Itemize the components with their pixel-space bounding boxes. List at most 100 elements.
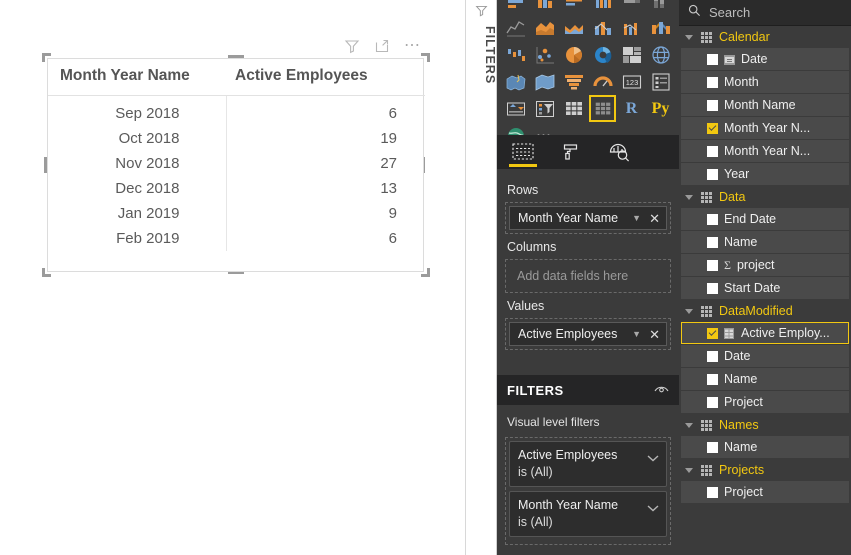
chevron-down-icon[interactable]: ▼ <box>632 329 641 339</box>
remove-field-icon[interactable]: ✕ <box>649 328 660 341</box>
field-chip-month-year-name[interactable]: Month Year Name ▼ ✕ <box>509 206 667 230</box>
eye-icon[interactable] <box>654 381 669 399</box>
column-header-active-employees[interactable]: Active Employees <box>226 59 425 96</box>
expand-collapse-icon[interactable] <box>685 194 693 200</box>
chevron-down-icon[interactable] <box>647 499 659 517</box>
scatter-chart-icon[interactable] <box>531 41 558 68</box>
field-checkbox[interactable] <box>707 236 718 248</box>
matrix-icon[interactable] <box>589 95 616 122</box>
field-row-date[interactable]: Date <box>681 48 849 70</box>
field-checkbox[interactable] <box>707 168 718 180</box>
filled-map-icon[interactable] <box>502 68 529 95</box>
field-checkbox[interactable] <box>707 441 718 453</box>
table-header-datamodified[interactable]: DataModified <box>679 300 851 322</box>
field-checkbox[interactable] <box>707 350 718 362</box>
filter-icon[interactable] <box>344 38 360 54</box>
analytics-tab[interactable] <box>607 137 631 167</box>
field-row-end-date[interactable]: End Date <box>681 208 849 230</box>
stacked-bar-chart-icon[interactable] <box>502 0 529 14</box>
remove-field-icon[interactable]: ✕ <box>649 212 660 225</box>
column-header-month-year-name[interactable]: Month Year Name <box>48 59 226 96</box>
map-icon[interactable] <box>647 41 674 68</box>
field-checkbox[interactable] <box>707 76 718 88</box>
100-stacked-bar-chart-icon[interactable] <box>618 0 645 14</box>
table-row[interactable]: Nov 2018 27 <box>48 151 425 176</box>
table-row[interactable]: Dec 2018 13 <box>48 176 425 201</box>
expand-collapse-icon[interactable] <box>685 422 693 428</box>
field-row-month[interactable]: Month <box>681 71 849 93</box>
more-options-icon[interactable]: ⋯ <box>404 38 422 54</box>
r-script-visual-icon[interactable]: R <box>618 95 645 122</box>
field-checkbox[interactable] <box>707 396 718 408</box>
fields-search-box[interactable]: Search <box>679 0 851 26</box>
field-row-project-projects[interactable]: Project <box>681 481 849 503</box>
field-checkbox[interactable] <box>707 122 718 134</box>
columns-well[interactable]: Add data fields here <box>505 259 671 293</box>
field-checkbox[interactable] <box>707 282 718 294</box>
field-row-name-datamodified[interactable]: Name <box>681 368 849 390</box>
field-row-name-names[interactable]: Name <box>681 436 849 458</box>
field-row-month-name[interactable]: Month Name <box>681 94 849 116</box>
table-row[interactable]: Sep 2018 6 <box>48 95 425 126</box>
multi-row-card-icon[interactable] <box>647 68 674 95</box>
field-row-project-measure[interactable]: Σ project <box>681 254 849 276</box>
field-chip-active-employees[interactable]: Active Employees ▼ ✕ <box>509 322 667 346</box>
values-well[interactable]: Active Employees ▼ ✕ <box>505 318 671 350</box>
table-header-data[interactable]: Data <box>679 186 851 208</box>
area-chart-icon[interactable] <box>531 14 558 41</box>
field-row-project-datamodified[interactable]: Project <box>681 391 849 413</box>
table-icon[interactable] <box>560 95 587 122</box>
field-row-start-date[interactable]: Start Date <box>681 277 849 299</box>
field-checkbox[interactable] <box>707 373 718 385</box>
chevron-down-icon[interactable]: ▼ <box>632 213 641 223</box>
treemap-icon[interactable] <box>618 41 645 68</box>
field-row-year[interactable]: Year <box>681 163 849 185</box>
table-header-names[interactable]: Names <box>679 414 851 436</box>
stacked-area-chart-icon[interactable] <box>560 14 587 41</box>
table-row[interactable]: Oct 2018 19 <box>48 126 425 151</box>
format-tab[interactable] <box>559 137 583 167</box>
python-visual-icon[interactable]: Py <box>647 95 674 122</box>
expand-collapse-icon[interactable] <box>685 467 693 473</box>
stacked-column-chart-icon[interactable] <box>531 0 558 14</box>
report-canvas[interactable]: ⋯ Month Year Name Active Employees Sep 2… <box>0 0 465 555</box>
field-checkbox[interactable] <box>707 53 718 65</box>
field-checkbox[interactable] <box>707 145 718 157</box>
clustered-column-chart-icon[interactable] <box>589 0 616 14</box>
expand-collapse-icon[interactable] <box>685 308 693 314</box>
field-row-name-data[interactable]: Name <box>681 231 849 253</box>
kpi-icon[interactable] <box>502 95 529 122</box>
expand-collapse-icon[interactable] <box>685 34 693 40</box>
field-row-month-year-name-2[interactable]: Month Year N... <box>681 140 849 162</box>
table-row[interactable]: Feb 2019 6 <box>48 226 425 251</box>
filters-collapsed-tab[interactable]: FILTERS <box>466 0 497 555</box>
table-header-projects[interactable]: Projects <box>679 459 851 481</box>
field-checkbox[interactable] <box>707 213 718 225</box>
slicer-icon[interactable] <box>531 95 558 122</box>
filter-card-month-year-name[interactable]: Month Year Name is (All) <box>509 491 667 537</box>
line-chart-icon[interactable] <box>502 14 529 41</box>
line-stacked-column-chart-icon[interactable] <box>589 14 616 41</box>
fields-tab[interactable] <box>509 137 537 167</box>
field-row-month-year-name-1[interactable]: Month Year N... <box>681 117 849 139</box>
line-clustered-column-chart-icon[interactable] <box>618 14 645 41</box>
card-icon[interactable]: 123 <box>618 68 645 95</box>
focus-mode-icon[interactable] <box>374 38 390 54</box>
field-checkbox[interactable] <box>707 259 718 271</box>
gauge-chart-icon[interactable] <box>589 68 616 95</box>
rows-well[interactable]: Month Year Name ▼ ✕ <box>505 202 671 234</box>
100-stacked-column-chart-icon[interactable] <box>647 0 674 14</box>
field-row-active-employees[interactable]: Active Employ... <box>681 322 849 344</box>
funnel-chart-icon[interactable] <box>560 68 587 95</box>
waterfall-chart-icon[interactable] <box>502 41 529 68</box>
matrix-visual[interactable]: Month Year Name Active Employees Sep 201… <box>47 58 425 272</box>
field-checkbox[interactable] <box>707 99 718 111</box>
field-checkbox[interactable] <box>707 486 718 498</box>
ribbon-chart-icon[interactable] <box>647 14 674 41</box>
donut-chart-icon[interactable] <box>589 41 616 68</box>
table-header-calendar[interactable]: Calendar <box>679 26 851 48</box>
field-row-date-datamodified[interactable]: Date <box>681 345 849 367</box>
pie-chart-icon[interactable] <box>560 41 587 68</box>
filter-card-active-employees[interactable]: Active Employees is (All) <box>509 441 667 487</box>
chevron-down-icon[interactable] <box>647 449 659 467</box>
